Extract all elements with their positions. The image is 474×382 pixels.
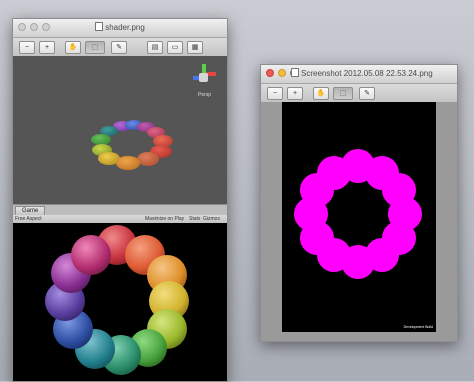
gizmo-center-icon — [199, 73, 208, 82]
minimize-button[interactable] — [278, 69, 286, 77]
ball — [317, 156, 351, 190]
window-title: shader.png — [13, 22, 227, 32]
image-window-screenshot: Screenshot 2012.05.08 22.53.24.png − + ✋… — [260, 64, 458, 342]
pencil-icon[interactable]: ✎ — [111, 40, 127, 54]
ball — [137, 152, 159, 166]
image-window-shader: shader.png − + ✋ ⬚ ✎ ▤ ▭ ▦ Persp Game Fr… — [12, 18, 228, 382]
screenshot-image[interactable]: Development Build — [282, 102, 436, 332]
hand-icon[interactable]: ✋ — [65, 40, 81, 54]
zoom-out-icon[interactable]: − — [267, 86, 283, 100]
document-icon — [291, 68, 299, 77]
ball — [116, 156, 140, 170]
grid-icon[interactable]: ▦ — [187, 40, 203, 54]
pencil-icon[interactable]: ✎ — [359, 86, 375, 100]
zoom-in-icon[interactable]: + — [287, 86, 303, 100]
document-icon — [95, 22, 104, 31]
hand-icon[interactable]: ✋ — [313, 86, 329, 100]
zoom-in-icon[interactable]: + — [39, 40, 55, 54]
ball — [71, 235, 111, 275]
window-title: Screenshot 2012.05.08 22.53.24.png — [291, 68, 457, 78]
image-canvas: Development Build — [261, 102, 457, 341]
gizmos-dropdown[interactable]: Gizmos — [203, 216, 220, 222]
select-icon[interactable]: ⬚ — [333, 86, 353, 100]
title-bar[interactable]: shader.png — [13, 19, 227, 38]
view-mode-label[interactable]: Persp — [198, 92, 211, 98]
zoom-out-icon[interactable]: − — [19, 40, 35, 54]
stats-button[interactable]: Stats — [189, 216, 200, 222]
title-bar[interactable]: Screenshot 2012.05.08 22.53.24.png — [261, 65, 457, 84]
select-icon[interactable]: ⬚ — [85, 40, 105, 54]
toolbar: − + ✋ ⬚ ✎ — [261, 84, 457, 103]
toolbar: − + ✋ ⬚ ✎ ▤ ▭ ▦ — [13, 38, 227, 57]
aspect-dropdown[interactable]: Free Aspect — [15, 216, 42, 222]
game-panel-header: Game Free Aspect Maximize on Play Stats … — [13, 204, 227, 223]
close-button[interactable] — [266, 69, 274, 77]
game-toolbar: Free Aspect Maximize on Play Stats Gizmo… — [13, 215, 227, 223]
maximize-on-play-button[interactable]: Maximize on Play — [145, 216, 184, 222]
axis-gizmo[interactable] — [191, 64, 217, 90]
scene-view[interactable]: Persp — [13, 56, 227, 204]
thumbnail-icon[interactable]: ▭ — [167, 40, 183, 54]
development-build-label: Development Build — [403, 325, 433, 329]
game-view[interactable] — [13, 223, 227, 381]
magenta-ring — [282, 102, 436, 332]
sidebar-icon[interactable]: ▤ — [147, 40, 163, 54]
